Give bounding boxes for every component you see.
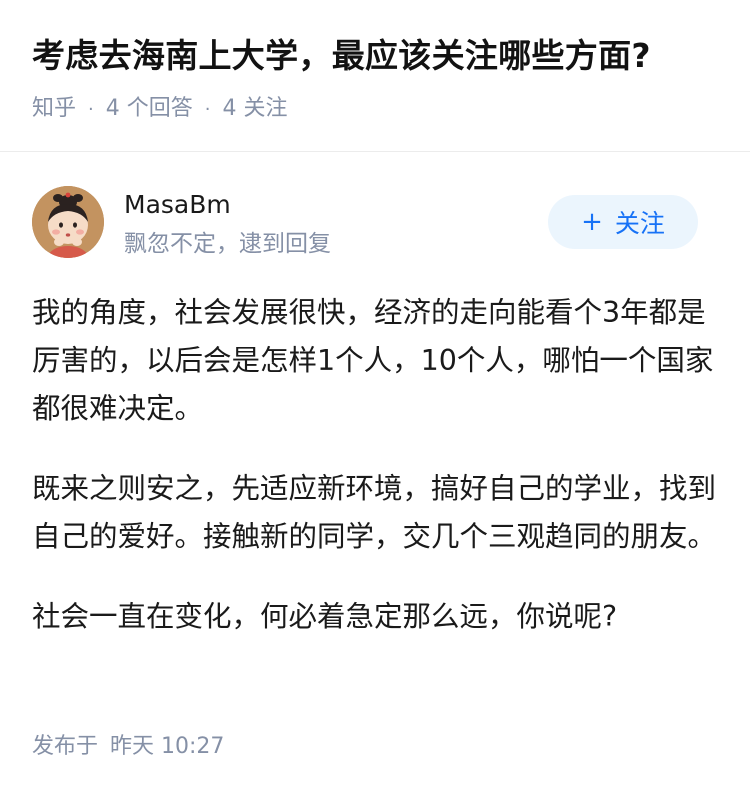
question-header: 考虑去海南上大学，最应该关注哪些方面? 知乎 · 4 个回答 · 4 关注 xyxy=(0,0,750,152)
answer-paragraph: 社会一直在变化，何必着急定那么远，你说呢? xyxy=(32,600,618,633)
question-title[interactable]: 考虑去海南上大学，最应该关注哪些方面? xyxy=(32,30,651,82)
follow-button-label: 关注 xyxy=(614,209,665,238)
plus-icon: + xyxy=(581,207,603,237)
follow-button[interactable]: + 关注 xyxy=(548,195,698,249)
meta-separator: · xyxy=(88,99,94,120)
answers-count[interactable]: 4 个回答 xyxy=(106,96,193,121)
question-meta: 知乎 · 4 个回答 · 4 关注 xyxy=(32,92,287,127)
publish-info: 发布于 昨天 10:27 xyxy=(32,730,224,764)
followers-count[interactable]: 4 关注 xyxy=(222,96,287,121)
author-name[interactable]: MasaBm xyxy=(124,187,231,223)
avatar-illustration xyxy=(32,186,104,258)
answer-content: 我的角度，社会发展很快，经济的走向能看个3年都是厉害的，以后会是怎样1个人，10… xyxy=(32,289,722,641)
source-label[interactable]: 知乎 xyxy=(32,96,76,121)
avatar[interactable] xyxy=(32,186,104,258)
author-bio: 飘忽不定，逮到回复 xyxy=(124,231,331,257)
publish-label: 发布于 xyxy=(32,734,99,759)
answer-paragraph: 我的角度，社会发展很快，经济的走向能看个3年都是厉害的，以后会是怎样1个人，10… xyxy=(32,296,714,425)
publish-time: 昨天 10:27 xyxy=(110,734,225,759)
answer-paragraph: 既来之则安之，先适应新环境，搞好自己的学业，找到自己的爱好。接触新的同学，交几个… xyxy=(32,472,717,553)
meta-separator: · xyxy=(204,99,211,120)
